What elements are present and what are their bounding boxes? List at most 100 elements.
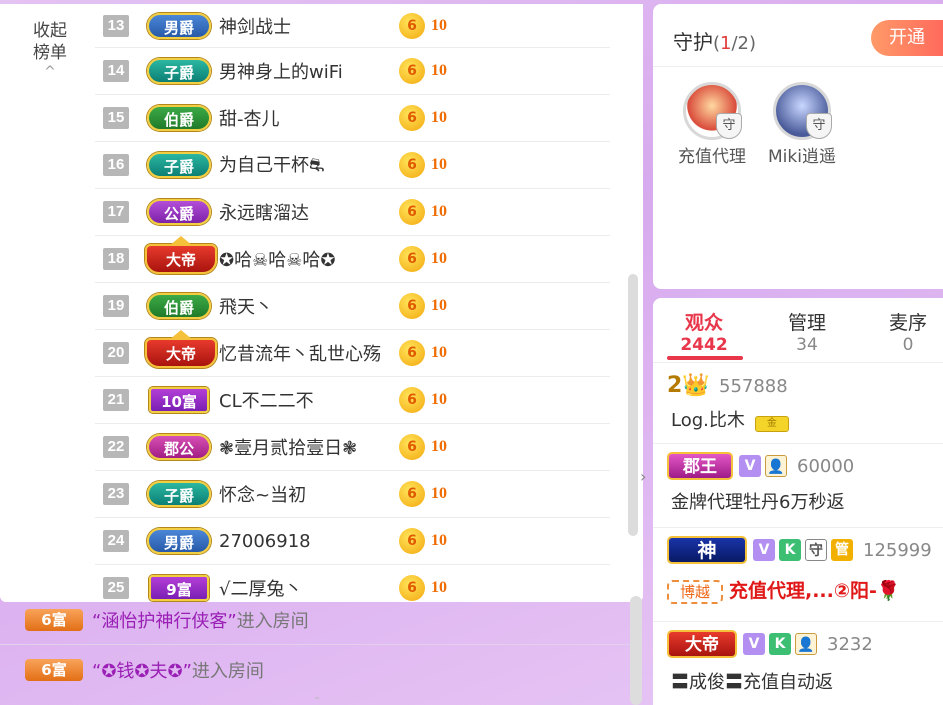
rank-number: 17 (103, 201, 129, 223)
rank-number: 15 (103, 107, 129, 129)
tab-audience[interactable]: 观众 2442 (659, 308, 749, 355)
audience-name: 金牌代理牡丹6万秒返 (671, 492, 845, 513)
rank-user-name: 27006918 (219, 530, 311, 552)
k-badge-icon: K (779, 539, 801, 561)
rank-row[interactable]: 16 子爵 为自己干杯⛐ 6 10 (95, 142, 610, 189)
rank-score: 10 (431, 109, 447, 126)
rank-score: 10 (431, 203, 447, 220)
nobility-badge: 10富 (149, 387, 209, 413)
god-medal: 神 (667, 536, 747, 564)
active-tab-indicator (667, 356, 743, 360)
chat-scrollbar[interactable] (630, 596, 642, 705)
rank-score: 10 (431, 62, 447, 79)
rank-row[interactable]: 17 公爵 永远瞎溜达 6 10 (95, 189, 610, 236)
audience-badges: 大帝 V K 👤 3232 (667, 630, 873, 658)
rank-number: 23 (103, 483, 129, 505)
rank-score: 10 (431, 297, 447, 314)
audience-item[interactable]: 大帝 V K 👤 3232 〓成俊〓充值自动返 (653, 622, 943, 705)
guard-panel: 守护(1/2) 开通 守 充值代理 守 Miki逍遥 (653, 4, 943, 289)
coin-icon: 6 (399, 246, 425, 272)
level-medal: 2👑 (667, 373, 710, 398)
audience-name-line: Log.比木金 (671, 406, 789, 432)
chevron-up-icon[interactable]: ⌃ (313, 696, 321, 705)
guard-member[interactable]: 守 Miki逍遥 (757, 82, 847, 167)
audience-score: 3232 (827, 633, 873, 655)
guard-member[interactable]: 守 充值代理 (667, 82, 757, 167)
nobility-badge: 男爵 (147, 12, 211, 39)
audience-name: 〓成俊〓充值自动返 (671, 672, 833, 693)
collapse-label-line2: 榜单 (33, 43, 67, 63)
chevron-up-icon: ^ (44, 64, 56, 80)
audience-item[interactable]: 2👑 557888 Log.比木金 (653, 364, 943, 444)
rank-row[interactable]: 14 子爵 男神身上的wiFi 6 10 (95, 48, 610, 95)
guard-badge-icon: 守 (805, 539, 827, 561)
tab-count: 2442 (680, 335, 728, 355)
rank-user-name: ❃壹月贰拾壹日❃ (219, 438, 358, 459)
rank-panel: 收起 榜单 ^ 13 男爵 神剑战士 6 10 14 子爵 男神身上的wiFi 6 10 15 伯爵甜… (0, 4, 643, 602)
rank-scrollbar[interactable] (628, 274, 638, 536)
rank-user-name: 飛天丶 (219, 297, 273, 318)
guard-title: 守护(1/2) (673, 26, 756, 55)
rank-row[interactable]: 23 子爵 怀念~当初 6 10 (95, 471, 610, 518)
audience-item[interactable]: 神 V K 守 管 125999 博越 充值代理,...②阳-🌹 (653, 528, 943, 622)
nobility-badge: 大帝 (145, 236, 217, 274)
nobility-medal: 郡王 (667, 452, 733, 480)
rank-number: 19 (103, 295, 129, 317)
rank-score: 10 (431, 532, 447, 549)
tab-count: 0 (902, 335, 914, 355)
coin-icon: 6 (399, 152, 425, 178)
avatar: 守 (683, 82, 742, 140)
open-guard-button[interactable]: 开通 (871, 20, 943, 56)
rank-number: 14 (103, 60, 129, 82)
coin-icon: 6 (399, 12, 425, 39)
chevron-right-icon[interactable]: › (640, 467, 646, 486)
audience-score: 125999 (863, 539, 932, 561)
boyue-badge: 博越 (667, 580, 723, 604)
rank-score: 10 (431, 250, 447, 267)
avatar: 守 (773, 82, 832, 140)
rank-row[interactable]: 24 男爵 27006918 6 10 (95, 518, 610, 565)
person-icon: 👤 (765, 455, 787, 477)
coin-icon: 6 (399, 105, 425, 131)
coin-icon: 6 (399, 58, 425, 84)
audience-badges: 郡王 V 👤 60000 (667, 452, 854, 480)
coin-icon: 6 (399, 528, 425, 554)
notice-action: 进入房间 (236, 611, 309, 632)
rank-score: 10 (431, 579, 447, 596)
rank-row[interactable]: 22 郡公 ❃壹月贰拾壹日❃ 6 10 (95, 424, 610, 471)
collapse-rank-button[interactable]: 收起 榜单 ^ (22, 20, 78, 80)
rank-score: 10 (431, 391, 447, 408)
tab-admins[interactable]: 管理 34 (762, 308, 852, 355)
rank-row[interactable]: 21 10富 CL不二二不 6 10 (95, 377, 610, 424)
emperor-medal: 大帝 (667, 630, 737, 658)
guard-count-total: /2) (731, 33, 757, 54)
vip-icon: V (739, 455, 761, 477)
tab-label: 观众 (684, 312, 723, 334)
rank-row[interactable]: 18 大帝 ✪哈☠哈☠哈✪ 6 10 (95, 236, 610, 283)
notice-user-name[interactable]: “✪钱✪夫✪” (92, 661, 192, 682)
rank-row[interactable]: 13 男爵 神剑战士 6 10 (95, 4, 610, 48)
rank-user-name: ✪哈☠哈☠哈✪ (219, 250, 336, 271)
rank-user-name: 男神身上的wiFi (219, 62, 343, 83)
nobility-badge: 伯爵 (147, 105, 211, 131)
enter-notice: 6富 “涵怡护神行侠客”进入房间 (0, 596, 640, 645)
rank-row[interactable]: 19 伯爵 飛天丶 6 10 (95, 283, 610, 330)
nobility-badge: 伯爵 (147, 293, 211, 319)
rank-list: 13 男爵 神剑战士 6 10 14 子爵 男神身上的wiFi 6 10 15 伯爵 甜-杏儿 6 10 16… (95, 4, 610, 602)
tab-mic-queue[interactable]: 麦序 0 (863, 308, 943, 355)
rank-score: 10 (431, 438, 447, 455)
rank-user-name: 神剑战士 (219, 16, 291, 38)
guard-shield-icon: 守 (716, 113, 742, 139)
audience-panel: 观众 2442 管理 34 麦序 0 2👑 557888 Log.比木金 郡王 … (653, 298, 943, 705)
tab-count: 34 (796, 335, 818, 355)
rank-user-name: 忆昔流年丶乱世心殇 (219, 344, 381, 365)
coin-icon: 6 (399, 481, 425, 507)
divider (653, 362, 943, 363)
audience-item[interactable]: 郡王 V 👤 60000 金牌代理牡丹6万秒返 (653, 444, 943, 528)
nobility-badge: 子爵 (147, 152, 211, 178)
rank-row[interactable]: 15 伯爵 甜-杏儿 6 10 (95, 95, 610, 142)
rank-row[interactable]: 20 大帝 忆昔流年丶乱世心殇 6 10 (95, 330, 610, 377)
rank-user-name: 为自己干杯⛐ (219, 155, 325, 176)
vip-icon: V (743, 633, 765, 655)
notice-user-name[interactable]: “涵怡护神行侠客” (92, 611, 237, 632)
